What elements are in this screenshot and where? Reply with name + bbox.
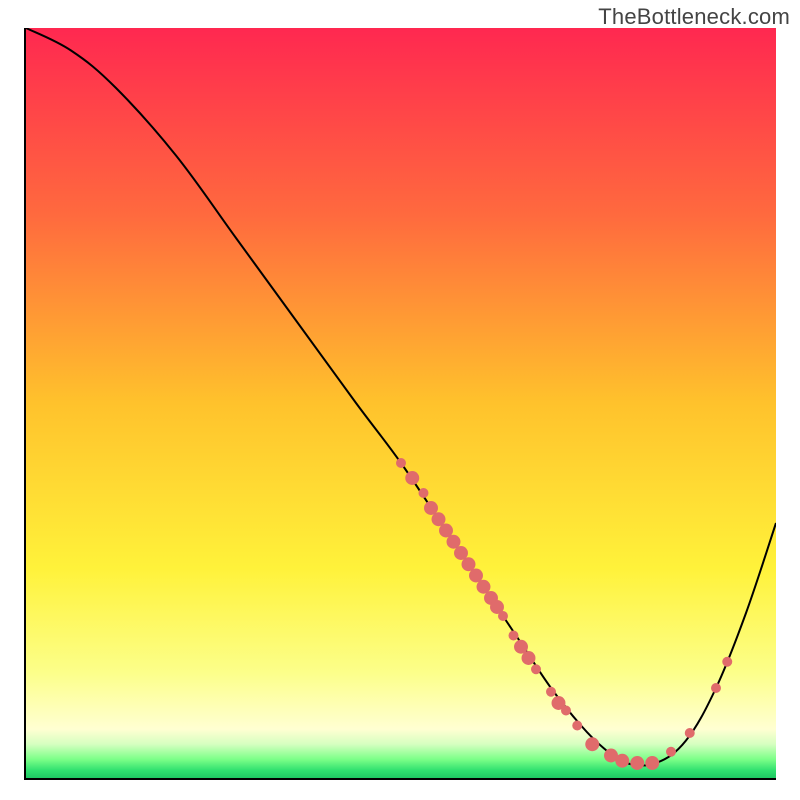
marker-dot — [396, 458, 406, 468]
marker-dot — [522, 651, 536, 665]
marker-dot — [666, 747, 676, 757]
marker-dot — [509, 631, 519, 641]
marker-dot — [419, 488, 429, 498]
marker-dot — [645, 756, 659, 770]
marker-dot — [572, 721, 582, 731]
watermark-text: TheBottleneck.com — [598, 4, 790, 30]
marker-dot — [722, 657, 732, 667]
marker-dot — [546, 687, 556, 697]
marker-dot — [585, 737, 599, 751]
marker-dot — [711, 683, 721, 693]
marker-dot — [531, 664, 541, 674]
bottleneck-curve — [26, 28, 776, 766]
marker-dot — [405, 471, 419, 485]
marker-dot — [498, 611, 508, 621]
marker-dot — [685, 728, 695, 738]
highlight-dots — [396, 458, 732, 770]
marker-dot — [630, 756, 644, 770]
curve-layer — [26, 28, 776, 778]
chart-container: TheBottleneck.com — [0, 0, 800, 800]
plot-area — [24, 28, 776, 780]
marker-dot — [615, 754, 629, 768]
marker-dot — [561, 706, 571, 716]
